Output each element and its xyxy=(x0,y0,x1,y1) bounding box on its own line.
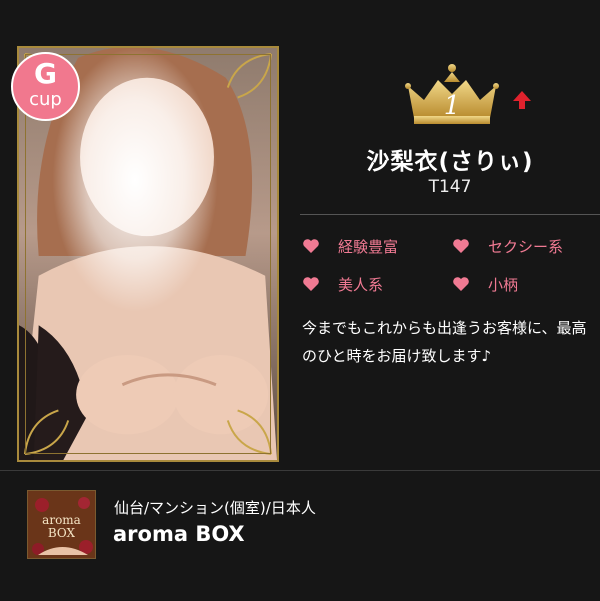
shop-logo[interactable]: aroma BOX xyxy=(27,490,96,559)
heart-icon xyxy=(453,277,469,291)
tag-item: セクシー系 xyxy=(452,234,563,258)
tag-item: 経験豊富 xyxy=(302,234,398,258)
rank-number: 1 xyxy=(444,91,461,121)
heart-icon xyxy=(453,239,469,253)
tag-label: 小柄 xyxy=(488,275,519,294)
cup-size-badge: G cup xyxy=(11,52,80,121)
cast-message: 今までもこれからも出逢うお客様に、最高のひと時をお届け致します♪ xyxy=(302,319,587,365)
shop-area: 仙台/マンション(個室)/日本人 xyxy=(114,499,316,517)
cast-height: T147 xyxy=(428,177,472,197)
tag-item: 美人系 xyxy=(302,272,383,296)
cup-unit: cup xyxy=(29,89,62,110)
tag-label: 美人系 xyxy=(338,275,384,294)
tag-label: 経験豊富 xyxy=(338,237,399,256)
ranking-crown-icon: 1 xyxy=(405,64,499,124)
cast-profile-card[interactable]: G cup 1 沙梨衣(さりぃ) T147 経験豊富 セクシー系 美人系 小柄 … xyxy=(0,0,600,600)
cup-letter: G xyxy=(34,57,57,90)
shop-logo-text: aroma BOX xyxy=(28,514,95,540)
shop-logo-line2: BOX xyxy=(47,526,76,540)
heart-icon xyxy=(303,239,319,253)
heart-icon xyxy=(303,277,319,291)
cast-name: 沙梨衣(さりぃ) xyxy=(366,149,534,175)
tag-label: セクシー系 xyxy=(488,237,564,256)
arrow-up-icon xyxy=(513,91,531,109)
tag-item: 小柄 xyxy=(452,272,518,296)
shop-name[interactable]: aroma BOX xyxy=(113,522,245,546)
divider xyxy=(300,214,600,215)
